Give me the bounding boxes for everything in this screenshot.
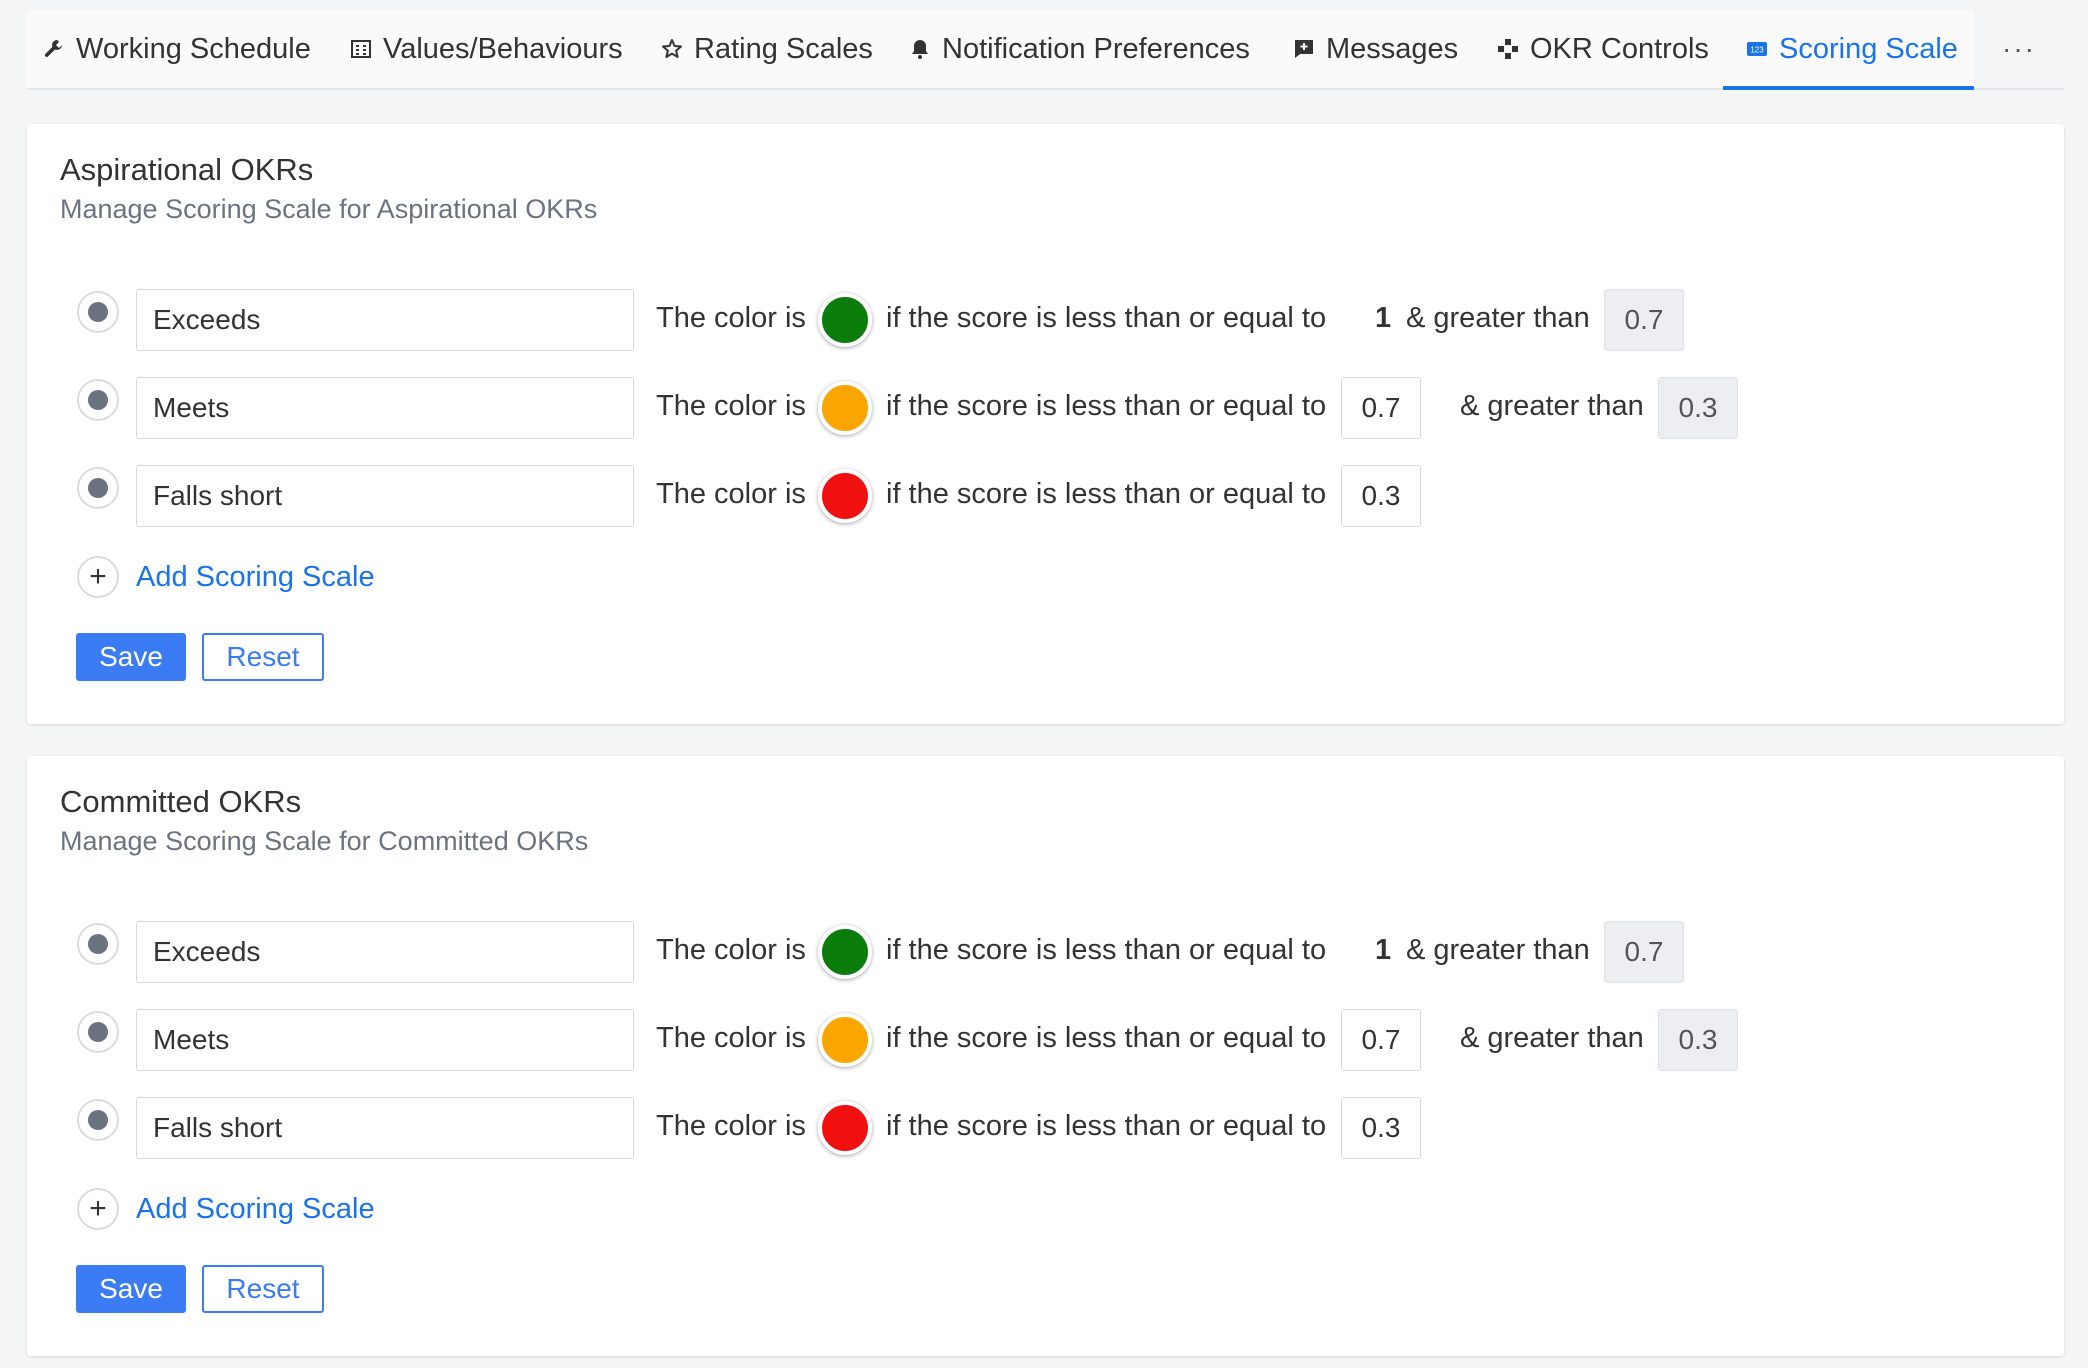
tab-label: OKR Controls	[1530, 32, 1709, 65]
max-score-value: 1	[1375, 302, 1392, 334]
section-subtitle: Manage Scoring Scale for Aspirational OK…	[60, 194, 598, 224]
lte-label: if the score is less than or equal to	[886, 302, 1327, 334]
bell-icon	[908, 37, 932, 61]
max-score-value: 1	[1375, 934, 1392, 966]
color-is-label: The color is	[656, 390, 806, 422]
scale-name-input[interactable]	[136, 289, 634, 351]
drag-handle-radio[interactable]	[77, 1011, 119, 1053]
min-score-input	[1604, 921, 1684, 983]
color-picker[interactable]	[818, 293, 872, 347]
section-subtitle: Manage Scoring Scale for Committed OKRs	[60, 826, 589, 856]
scale-row-falls-short: The color is if the score is less than o…	[27, 1095, 2064, 1161]
reset-button[interactable]: Reset	[202, 633, 324, 681]
lte-label: if the score is less than or equal to	[886, 1022, 1327, 1054]
save-button[interactable]: Save	[76, 633, 186, 681]
tab-label: Working Schedule	[76, 32, 311, 65]
tab-working-schedule[interactable]: Working Schedule	[42, 10, 311, 88]
gt-label: & greater than	[1460, 390, 1644, 422]
add-scoring-scale[interactable]: + Add Scoring Scale	[77, 1187, 375, 1231]
message-icon	[1292, 37, 1316, 61]
max-score-input[interactable]	[1341, 1009, 1421, 1071]
min-score-input	[1658, 1009, 1738, 1071]
scale-name-input[interactable]	[136, 465, 634, 527]
drag-handle-radio[interactable]	[77, 291, 119, 333]
color-picker[interactable]	[818, 1013, 872, 1067]
tab-notification-preferences[interactable]: Notification Preferences	[908, 10, 1250, 88]
tab-label: Scoring Scale	[1779, 32, 1958, 65]
lte-label: if the score is less than or equal to	[886, 934, 1327, 966]
color-is-label: The color is	[656, 478, 806, 510]
numbers-icon: 123	[1745, 37, 1769, 61]
lte-label: if the score is less than or equal to	[886, 478, 1327, 510]
scale-name-input[interactable]	[136, 377, 634, 439]
drag-handle-radio[interactable]	[77, 1099, 119, 1141]
gt-label: & greater than	[1406, 302, 1590, 334]
drag-handle-radio[interactable]	[77, 923, 119, 965]
save-button[interactable]: Save	[76, 1265, 186, 1313]
section-title: Committed OKRs	[60, 784, 302, 819]
min-score-input	[1604, 289, 1684, 351]
plus-icon: +	[77, 1188, 119, 1230]
tab-label: Notification Preferences	[942, 32, 1250, 65]
scale-row-exceeds: The color is if the score is less than o…	[27, 919, 2064, 985]
color-picker[interactable]	[818, 469, 872, 523]
scale-name-input[interactable]	[136, 1009, 634, 1071]
star-icon	[660, 37, 684, 61]
add-scoring-scale-link[interactable]: Add Scoring Scale	[136, 561, 375, 594]
min-score-input	[1658, 377, 1738, 439]
tab-label: Rating Scales	[694, 32, 873, 65]
tab-messages[interactable]: Messages	[1292, 10, 1458, 88]
lte-label: if the score is less than or equal to	[886, 390, 1327, 422]
committed-okrs-card: Committed OKRs Manage Scoring Scale for …	[27, 756, 2064, 1356]
section-title: Aspirational OKRs	[60, 152, 314, 187]
tab-okr-controls[interactable]: OKR Controls	[1496, 10, 1709, 88]
wrench-icon	[42, 37, 66, 61]
color-is-label: The color is	[656, 302, 806, 334]
scale-row-meets: The color is if the score is less than o…	[27, 375, 2064, 441]
color-is-label: The color is	[656, 1022, 806, 1054]
max-score-input[interactable]	[1341, 465, 1421, 527]
color-is-label: The color is	[656, 934, 806, 966]
tab-label: Messages	[1326, 32, 1459, 65]
aspirational-okrs-card: Aspirational OKRs Manage Scoring Scale f…	[27, 124, 2064, 724]
drag-handle-radio[interactable]	[77, 379, 119, 421]
color-picker[interactable]	[818, 381, 872, 435]
tab-scoring-scale[interactable]: 123 Scoring Scale	[1723, 10, 1980, 90]
add-scoring-scale[interactable]: + Add Scoring Scale	[77, 555, 375, 599]
tab-rating-scales[interactable]: Rating Scales	[660, 10, 873, 88]
add-scoring-scale-link[interactable]: Add Scoring Scale	[136, 1193, 375, 1226]
gt-label: & greater than	[1406, 934, 1590, 966]
svg-text:123: 123	[1750, 46, 1764, 55]
color-is-label: The color is	[656, 1110, 806, 1142]
plus-icon: +	[77, 556, 119, 598]
tab-label: Values/Behaviours	[383, 32, 623, 65]
tab-values-behaviours[interactable]: Values/Behaviours	[349, 10, 623, 88]
scale-name-input[interactable]	[136, 921, 634, 983]
gt-label: & greater than	[1460, 1022, 1644, 1054]
scale-name-input[interactable]	[136, 1097, 634, 1159]
color-picker[interactable]	[818, 1101, 872, 1155]
controls-icon	[1496, 37, 1520, 61]
scale-row-falls-short: The color is if the score is less than o…	[27, 463, 2064, 529]
building-icon	[349, 37, 373, 61]
drag-handle-radio[interactable]	[77, 467, 119, 509]
reset-button[interactable]: Reset	[202, 1265, 324, 1313]
max-score-input[interactable]	[1341, 377, 1421, 439]
lte-label: if the score is less than or equal to	[886, 1110, 1327, 1142]
more-tabs-button[interactable]: ···	[1974, 10, 2064, 90]
scale-row-exceeds: The color is if the score is less than o…	[27, 287, 2064, 353]
max-score-input[interactable]	[1341, 1097, 1421, 1159]
scale-row-meets: The color is if the score is less than o…	[27, 1007, 2064, 1073]
color-picker[interactable]	[818, 925, 872, 979]
